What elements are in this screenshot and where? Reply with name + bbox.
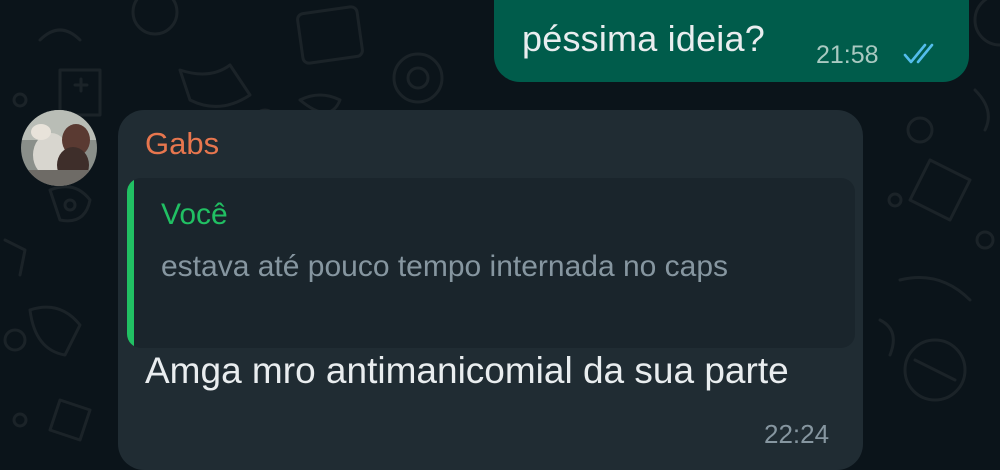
double-check-read-icon <box>903 43 934 64</box>
incoming-message-text: Amga mro antimanicomial da sua parte <box>145 350 789 391</box>
outgoing-message-bubble[interactable]: péssima ideia? 21:58 <box>494 0 969 82</box>
quote-accent-bar <box>127 178 134 348</box>
contact-avatar[interactable] <box>21 110 97 186</box>
sender-name[interactable]: Gabs <box>145 126 219 162</box>
avatar-photo <box>21 110 97 186</box>
outgoing-message-time: 21:58 <box>816 41 879 69</box>
quoted-author: Você <box>161 198 228 231</box>
quoted-text: estava até pouco tempo internada no caps <box>161 250 729 283</box>
incoming-message-time: 22:24 <box>764 419 830 449</box>
quoted-message[interactable]: Você estava até pouco tempo internada no… <box>127 178 855 348</box>
incoming-message-bubble[interactable]: Gabs Você estava até pouco tempo interna… <box>118 110 863 470</box>
outgoing-message-text: péssima ideia? <box>522 18 765 59</box>
